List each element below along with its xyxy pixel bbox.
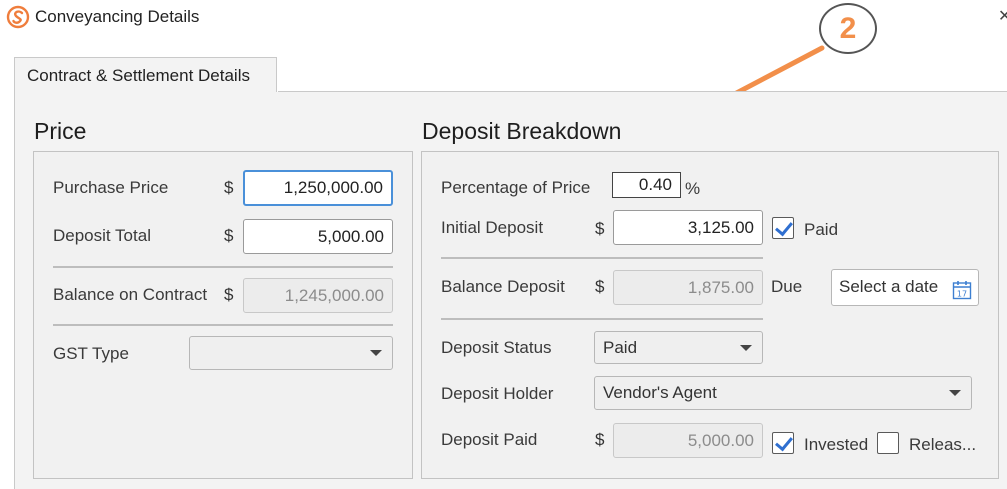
deposit-holder-select[interactable]: Vendor's Agent bbox=[594, 376, 972, 410]
chevron-down-icon bbox=[949, 390, 961, 396]
deposit-status-select[interactable]: Paid bbox=[594, 331, 763, 364]
invested-checkbox[interactable] bbox=[772, 432, 794, 454]
gst-type-select[interactable] bbox=[189, 336, 393, 370]
balance-deposit-currency: $ bbox=[595, 277, 605, 296]
invested-label: Invested bbox=[804, 435, 869, 454]
tab-contract-settlement[interactable]: Contract & Settlement Details bbox=[14, 57, 277, 92]
chevron-down-icon bbox=[740, 344, 752, 351]
app-logo-icon bbox=[6, 5, 30, 29]
deposit-paid-field: 5,000.00 bbox=[613, 423, 763, 458]
price-separator bbox=[53, 266, 393, 268]
price-separator-2 bbox=[53, 324, 393, 326]
deposit-status-value: Paid bbox=[603, 338, 638, 357]
initial-deposit-input[interactable]: 3,125.00 bbox=[613, 210, 763, 245]
initial-deposit-paid-checkbox[interactable] bbox=[772, 217, 794, 239]
percentage-unit: % bbox=[685, 179, 701, 198]
balance-deposit-field: 1,875.00 bbox=[613, 270, 763, 305]
balance-on-contract-currency: $ bbox=[224, 285, 234, 304]
initial-deposit-label: Initial Deposit bbox=[441, 218, 544, 237]
calendar-icon[interactable]: 17 bbox=[952, 278, 972, 300]
date-picker-placeholder: Select a date bbox=[839, 277, 939, 296]
price-heading: Price bbox=[34, 118, 87, 144]
initial-deposit-currency: $ bbox=[595, 219, 605, 238]
balance-on-contract-field: 1,245,000.00 bbox=[243, 278, 393, 313]
calendar-day: 17 bbox=[957, 290, 967, 299]
close-icon[interactable]: ✕ bbox=[998, 6, 1007, 26]
deposit-separator-2 bbox=[441, 318, 763, 320]
balance-deposit-due-date-picker[interactable]: Select a date 17 bbox=[831, 269, 979, 306]
deposit-status-label: Deposit Status bbox=[441, 338, 552, 357]
deposit-total-input[interactable]: 5,000.00 bbox=[243, 219, 393, 254]
released-label: Releas... bbox=[909, 435, 977, 454]
balance-deposit-due-label: Due bbox=[771, 277, 803, 296]
percentage-of-price-input[interactable]: 0.40 bbox=[612, 172, 681, 198]
deposit-total-label: Deposit Total bbox=[53, 226, 151, 245]
deposit-paid-label: Deposit Paid bbox=[441, 430, 538, 449]
deposit-holder-value: Vendor's Agent bbox=[603, 383, 717, 402]
window-title: Conveyancing Details bbox=[35, 7, 200, 26]
purchase-price-currency: $ bbox=[224, 178, 234, 197]
purchase-price-label: Purchase Price bbox=[53, 178, 169, 197]
chevron-down-icon bbox=[370, 350, 382, 356]
deposit-paid-currency: $ bbox=[595, 430, 605, 449]
gst-type-label: GST Type bbox=[53, 344, 129, 363]
balance-deposit-label: Balance Deposit bbox=[441, 277, 565, 296]
deposit-total-currency: $ bbox=[224, 226, 234, 245]
deposit-holder-label: Deposit Holder bbox=[441, 384, 554, 403]
balance-on-contract-label: Balance on Contract bbox=[53, 285, 208, 304]
deposit-breakdown-heading: Deposit Breakdown bbox=[422, 118, 622, 144]
percentage-of-price-label: Percentage of Price bbox=[441, 178, 591, 197]
checkmark-icon bbox=[775, 432, 793, 452]
deposit-separator bbox=[441, 257, 763, 259]
checkmark-icon bbox=[775, 217, 793, 237]
released-checkbox[interactable] bbox=[877, 432, 899, 454]
initial-deposit-paid-label: Paid bbox=[804, 220, 839, 239]
purchase-price-input[interactable]: 1,250,000.00 bbox=[243, 170, 393, 206]
